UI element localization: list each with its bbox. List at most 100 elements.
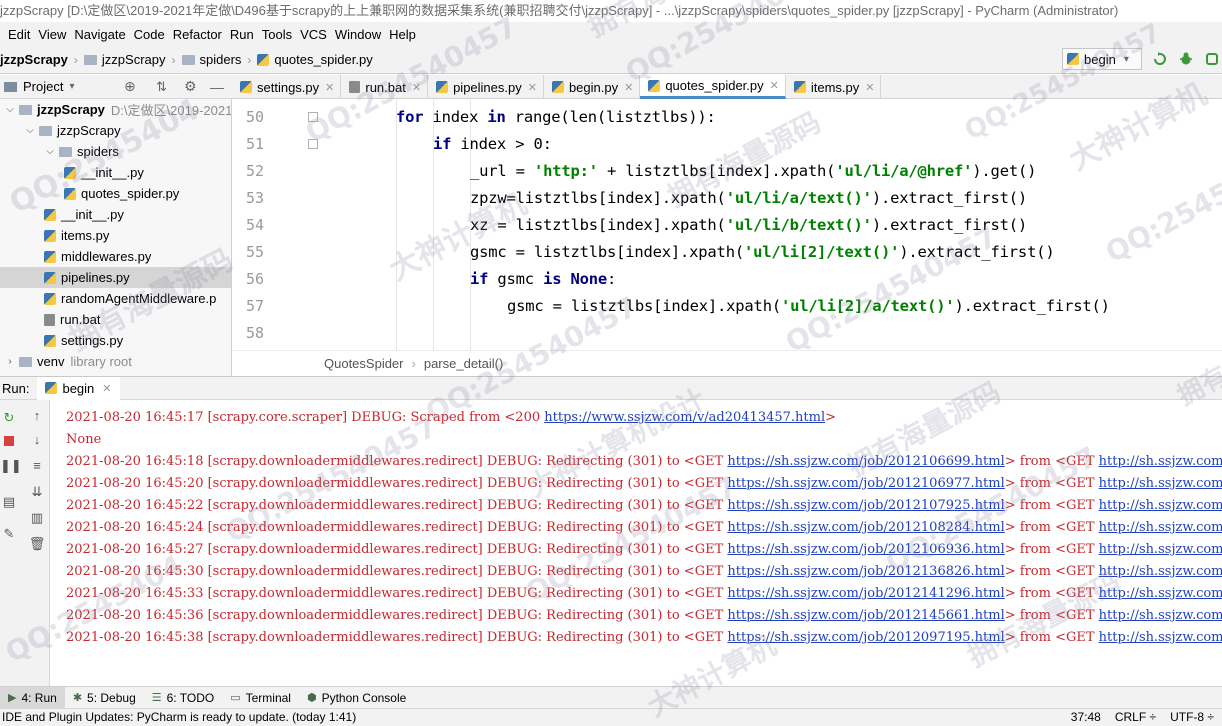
editor-tab[interactable]: run.bat ✕ bbox=[341, 75, 429, 99]
log-link[interactable]: https://www.ssjzw.com/v/ad20413457.html bbox=[544, 410, 825, 425]
run-configuration-select[interactable]: begin ▾ bbox=[1062, 48, 1142, 70]
log-link[interactable]: http://sh.ssjzw.com/ bbox=[1099, 630, 1222, 645]
log-link[interactable]: https://sh.ssjzw.com/job/2012097195.html bbox=[727, 630, 1004, 645]
chevron-down-icon[interactable]: ▾ bbox=[69, 81, 74, 92]
tool-window-todo[interactable]: ☰ 6: TODO bbox=[144, 687, 222, 709]
trash-icon[interactable]: 🗑 bbox=[28, 536, 46, 552]
log-link[interactable]: http://sh.ssjzw.com/ bbox=[1099, 542, 1222, 557]
menu-item-tools[interactable]: Tools bbox=[260, 27, 298, 42]
tree-item[interactable]: pipelines.py bbox=[0, 267, 231, 288]
gear-icon[interactable]: ⚙ bbox=[184, 78, 197, 95]
log-link[interactable]: https://sh.ssjzw.com/job/2012107925.html bbox=[727, 498, 1004, 513]
pin-icon[interactable]: ✎ bbox=[0, 526, 18, 542]
editor-tab[interactable]: begin.py ✕ bbox=[544, 75, 641, 99]
editor-tab[interactable]: pipelines.py ✕ bbox=[428, 75, 544, 99]
log-link[interactable]: http://sh.ssjzw.com/ bbox=[1099, 586, 1222, 601]
pause-icon[interactable]: ❚❚ bbox=[0, 458, 22, 474]
tree-item[interactable]: ⌵ jzzpScrapy D:\定做区\2019-2021年定 bbox=[0, 99, 231, 120]
tool-window-python-console[interactable]: ⬢ Python Console bbox=[299, 687, 414, 709]
editor-tab[interactable]: settings.py ✕ bbox=[232, 75, 342, 99]
rerun-icon[interactable] bbox=[1152, 51, 1168, 67]
log-link[interactable]: https://sh.ssjzw.com/job/2012106699.html bbox=[727, 454, 1004, 469]
tree-item[interactable]: quotes_spider.py bbox=[0, 183, 179, 204]
tree-item[interactable]: ⌵ jzzpScrapy bbox=[0, 120, 120, 141]
tool-window-terminal[interactable]: ▭ Terminal bbox=[222, 687, 299, 709]
coverage-icon[interactable] bbox=[1204, 51, 1220, 67]
close-icon[interactable]: ✕ bbox=[624, 81, 633, 94]
debug-bug-icon[interactable] bbox=[1178, 51, 1194, 67]
soft-wrap-icon[interactable]: ≡ bbox=[28, 458, 46, 474]
log-link[interactable]: https://sh.ssjzw.com/job/2012108284.html bbox=[727, 520, 1004, 535]
log-link[interactable]: https://sh.ssjzw.com/job/2012106936.html bbox=[727, 542, 1004, 557]
breadcrumb-item[interactable]: spiders bbox=[181, 52, 241, 67]
collapse-all-icon[interactable]: ⇅ bbox=[156, 79, 167, 95]
fold-marker-icon[interactable] bbox=[308, 112, 318, 122]
menu-item-view[interactable]: View bbox=[36, 27, 72, 42]
run-tab-begin[interactable]: begin ✕ bbox=[37, 376, 120, 400]
breadcrumb-item[interactable]: jzzpScrapy bbox=[83, 52, 166, 67]
layout-icon[interactable]: ▤ bbox=[0, 494, 18, 510]
menu-item-help[interactable]: Help bbox=[387, 27, 422, 42]
code-editor[interactable]: 50 for index in range(len(listztlbs)): 51 i… bbox=[232, 100, 1222, 350]
tree-item[interactable]: ⌵ spiders bbox=[0, 141, 119, 162]
editor-tab[interactable]: items.py ✕ bbox=[786, 75, 882, 99]
project-panel-title[interactable]: Project bbox=[23, 79, 63, 94]
caret-position[interactable]: 37:48 bbox=[1071, 709, 1101, 726]
menu-item-window[interactable]: Window bbox=[333, 27, 387, 42]
menu-item-run[interactable]: Run bbox=[228, 27, 260, 42]
tree-item[interactable]: run.bat bbox=[0, 309, 100, 330]
tree-item[interactable]: items.py bbox=[0, 225, 109, 246]
arrow-down-icon[interactable]: ↓ bbox=[28, 432, 46, 448]
log-link[interactable]: http://sh.ssjzw.com/ bbox=[1099, 454, 1222, 469]
breadcrumb-item[interactable]: quotes_spider.py bbox=[257, 52, 373, 67]
file-encoding[interactable]: UTF-8 ÷ bbox=[1170, 709, 1214, 726]
tree-item[interactable]: __init__.py bbox=[0, 162, 144, 183]
locate-target-icon[interactable]: ⊕ bbox=[124, 78, 136, 95]
chevron-down-icon[interactable]: ⌵ bbox=[24, 125, 36, 136]
menu-item-edit[interactable]: Edit bbox=[6, 27, 36, 42]
menu-item-refactor[interactable]: Refactor bbox=[171, 27, 228, 42]
log-link[interactable]: https://sh.ssjzw.com/job/2012136826.html bbox=[727, 564, 1004, 579]
log-link[interactable]: http://sh.ssjzw.com/ bbox=[1099, 520, 1222, 535]
log-link[interactable]: http://sh.ssjzw.com/ bbox=[1099, 476, 1222, 491]
status-message[interactable]: IDE and Plugin Updates: PyCharm is ready… bbox=[2, 710, 356, 724]
tool-window-run[interactable]: ▶ 4: Run bbox=[0, 686, 65, 709]
arrow-up-icon[interactable]: ↑ bbox=[28, 408, 46, 424]
close-icon[interactable]: ✕ bbox=[865, 81, 874, 94]
tree-item[interactable]: randomAgentMiddleware.p bbox=[0, 288, 216, 309]
close-icon[interactable]: ✕ bbox=[325, 81, 334, 94]
log-link[interactable]: https://sh.ssjzw.com/job/2012145661.html bbox=[727, 608, 1004, 623]
scroll-to-end-icon[interactable]: ⇊ bbox=[28, 484, 46, 500]
log-link[interactable]: https://sh.ssjzw.com/job/2012106977.html bbox=[727, 476, 1004, 491]
menu-item-code[interactable]: Code bbox=[132, 27, 171, 42]
minimize-panel-icon[interactable]: — bbox=[210, 79, 224, 95]
close-icon[interactable]: ✕ bbox=[528, 81, 537, 94]
tool-window-debug[interactable]: ✱ 5: Debug bbox=[65, 687, 144, 709]
breadcrumb-item[interactable]: jzzpScrapy bbox=[0, 52, 68, 67]
menu-item-navigate[interactable]: Navigate bbox=[72, 27, 131, 42]
log-link[interactable]: http://sh.ssjzw.com/ bbox=[1099, 564, 1222, 579]
chevron-right-icon[interactable]: › bbox=[4, 356, 16, 367]
log-link[interactable]: http://sh.ssjzw.com/ bbox=[1099, 608, 1222, 623]
close-icon[interactable]: ✕ bbox=[770, 79, 779, 92]
log-link[interactable]: https://sh.ssjzw.com/job/2012141296.html bbox=[727, 586, 1004, 601]
run-console[interactable]: 2021-08-20 16:45:17 [scrapy.core.scraper… bbox=[50, 400, 1222, 686]
rerun-icon[interactable]: ↻ bbox=[0, 410, 18, 426]
fold-marker-icon[interactable] bbox=[308, 139, 318, 149]
chevron-down-icon[interactable]: ⌵ bbox=[44, 146, 56, 157]
editor-breadcrumb-item[interactable]: parse_detail() bbox=[424, 356, 504, 371]
chevron-down-icon[interactable]: ⌵ bbox=[4, 104, 16, 115]
log-link[interactable]: http://sh.ssjzw.com/ bbox=[1099, 498, 1222, 513]
line-separator[interactable]: CRLF ÷ bbox=[1115, 709, 1156, 726]
stop-icon[interactable] bbox=[0, 434, 18, 450]
menu-item-vcs[interactable]: VCS bbox=[298, 27, 333, 42]
tree-item[interactable]: middlewares.py bbox=[0, 246, 151, 267]
tree-item[interactable]: settings.py bbox=[0, 330, 123, 351]
editor-tab[interactable]: quotes_spider.py ✕ bbox=[640, 75, 786, 99]
print-icon[interactable]: ▥ bbox=[28, 510, 46, 526]
close-icon[interactable]: ✕ bbox=[102, 382, 111, 395]
close-icon[interactable]: ✕ bbox=[412, 81, 421, 94]
tree-item[interactable]: › venv library root bbox=[0, 351, 132, 372]
editor-breadcrumb-item[interactable]: QuotesSpider bbox=[324, 356, 404, 371]
tree-item[interactable]: __init__.py bbox=[0, 204, 124, 225]
